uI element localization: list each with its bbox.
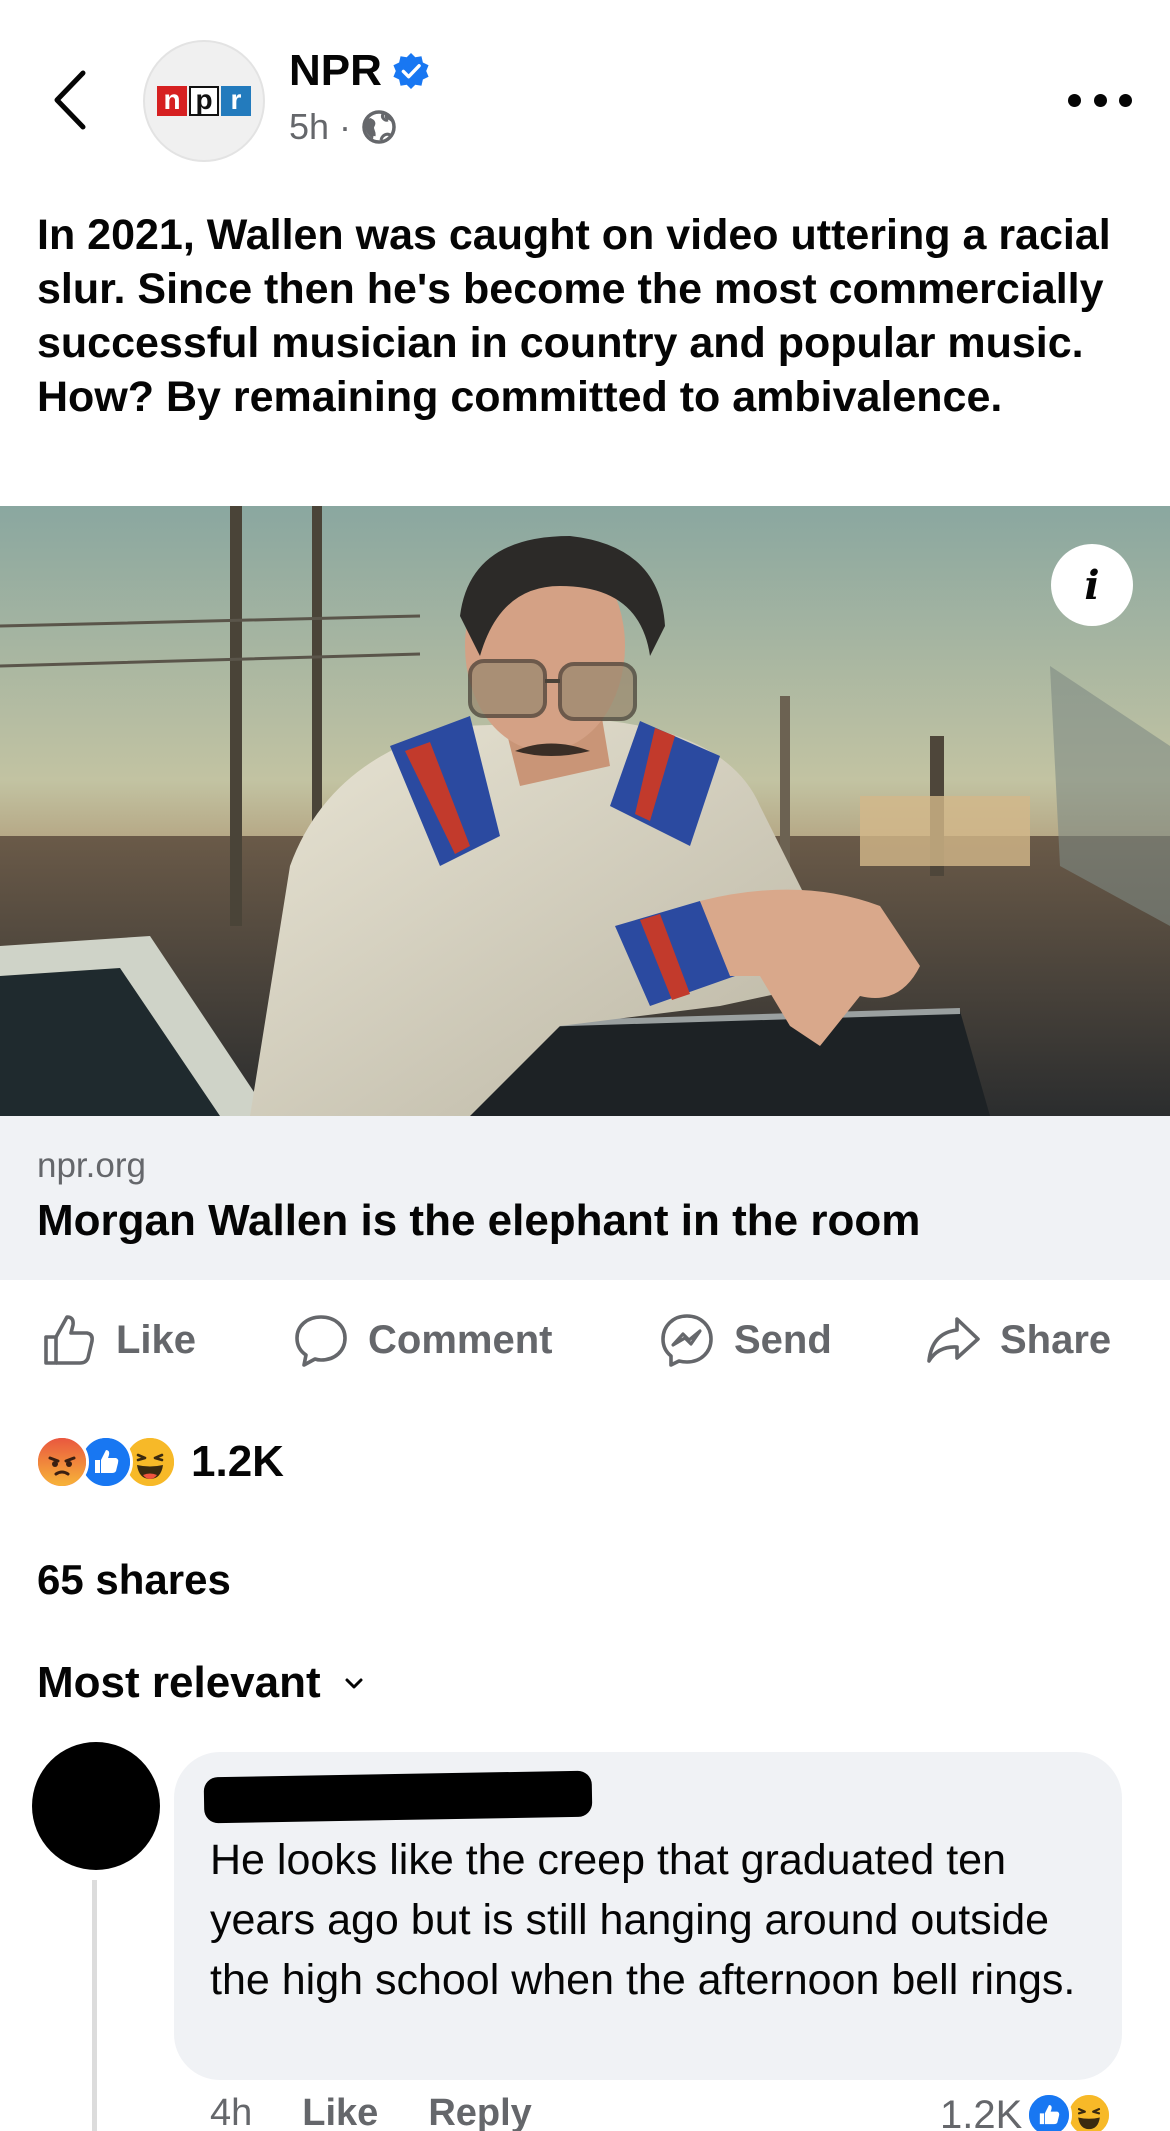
redacted-commenter-name[interactable] — [203, 1770, 593, 1824]
post-caption: In 2021, Wallen was caught on video utte… — [37, 211, 1111, 421]
post-action-bar: Like Comment Send Share — [0, 1300, 1170, 1380]
post-header: n p r NPR 5h · — [0, 0, 1170, 170]
info-icon: i — [1084, 561, 1100, 609]
chevron-left-icon — [54, 70, 86, 130]
send-button[interactable]: Send — [658, 1300, 832, 1380]
logo-letter-p: p — [189, 86, 219, 116]
comment-bubble[interactable]: He looks like the creep that graduated t… — [174, 1752, 1122, 2080]
comment-button[interactable]: Comment — [292, 1300, 552, 1380]
link-title: Morgan Wallen is the elephant in the roo… — [37, 1196, 921, 1245]
page-name-label[interactable]: NPR — [289, 46, 382, 96]
messenger-icon — [661, 1314, 713, 1367]
logo-letter-n: n — [157, 86, 187, 116]
more-dot-icon — [1093, 93, 1107, 107]
logo-letter-r: r — [221, 86, 251, 116]
comment-time: 4h — [210, 2092, 253, 2131]
npr-logo: n p r — [157, 86, 251, 116]
globe-icon — [362, 110, 396, 144]
reaction-count: 1.2K — [191, 1437, 284, 1486]
verified-badge-icon — [393, 52, 429, 90]
sort-label: Most relevant — [37, 1658, 321, 1707]
link-domain: npr.org — [37, 1146, 146, 1185]
comment-reactions[interactable]: 1.2K — [940, 2092, 1113, 2131]
post-meta: 5h · — [289, 106, 397, 148]
send-label: Send — [734, 1317, 832, 1362]
page-name[interactable]: NPR — [289, 46, 430, 96]
comment-like-button[interactable]: Like — [302, 2092, 378, 2131]
post-photo[interactable] — [0, 506, 1170, 1116]
comment-sort-dropdown[interactable]: Most relevant — [37, 1658, 365, 1708]
haha-reaction-icon — [1066, 2092, 1113, 2131]
shares-count[interactable]: 65 shares — [37, 1556, 231, 1604]
more-options-button[interactable] — [1068, 80, 1132, 120]
comment-bubble-icon — [295, 1315, 347, 1367]
angry-reaction-icon — [35, 1435, 89, 1489]
comment-reaction-count: 1.2K — [940, 2092, 1023, 2131]
more-dot-icon — [1068, 93, 1081, 107]
share-arrow-icon — [927, 1317, 980, 1363]
chevron-down-icon — [345, 1678, 363, 1689]
info-button[interactable]: i — [1051, 544, 1133, 626]
comment-meta: 4h Like Reply — [210, 2092, 532, 2131]
like-label: Like — [116, 1317, 197, 1362]
back-button[interactable] — [44, 62, 94, 138]
share-label: Share — [1000, 1317, 1112, 1362]
photo-illustration — [0, 506, 1170, 1116]
share-button[interactable]: Share — [924, 1300, 1111, 1380]
link-preview-card[interactable]: npr.org Morgan Wallen is the elephant in… — [0, 1116, 1170, 1280]
comment-label: Comment — [368, 1317, 553, 1362]
reactions-summary[interactable]: 1.2K — [35, 1434, 284, 1490]
page-avatar[interactable]: n p r — [143, 40, 265, 162]
more-dot-icon — [1119, 93, 1132, 107]
like-reaction-icon — [1026, 2092, 1073, 2131]
thread-line — [92, 1880, 97, 2131]
comment-text: He looks like the creep that graduated t… — [210, 1836, 1076, 2004]
commenter-avatar[interactable] — [32, 1742, 160, 1870]
post-time[interactable]: 5h — [289, 106, 329, 148]
like-button[interactable]: Like — [40, 1300, 196, 1380]
comment-reply-button[interactable]: Reply — [428, 2092, 531, 2131]
meta-separator: · — [339, 106, 352, 147]
thumbs-up-icon — [44, 1315, 94, 1365]
